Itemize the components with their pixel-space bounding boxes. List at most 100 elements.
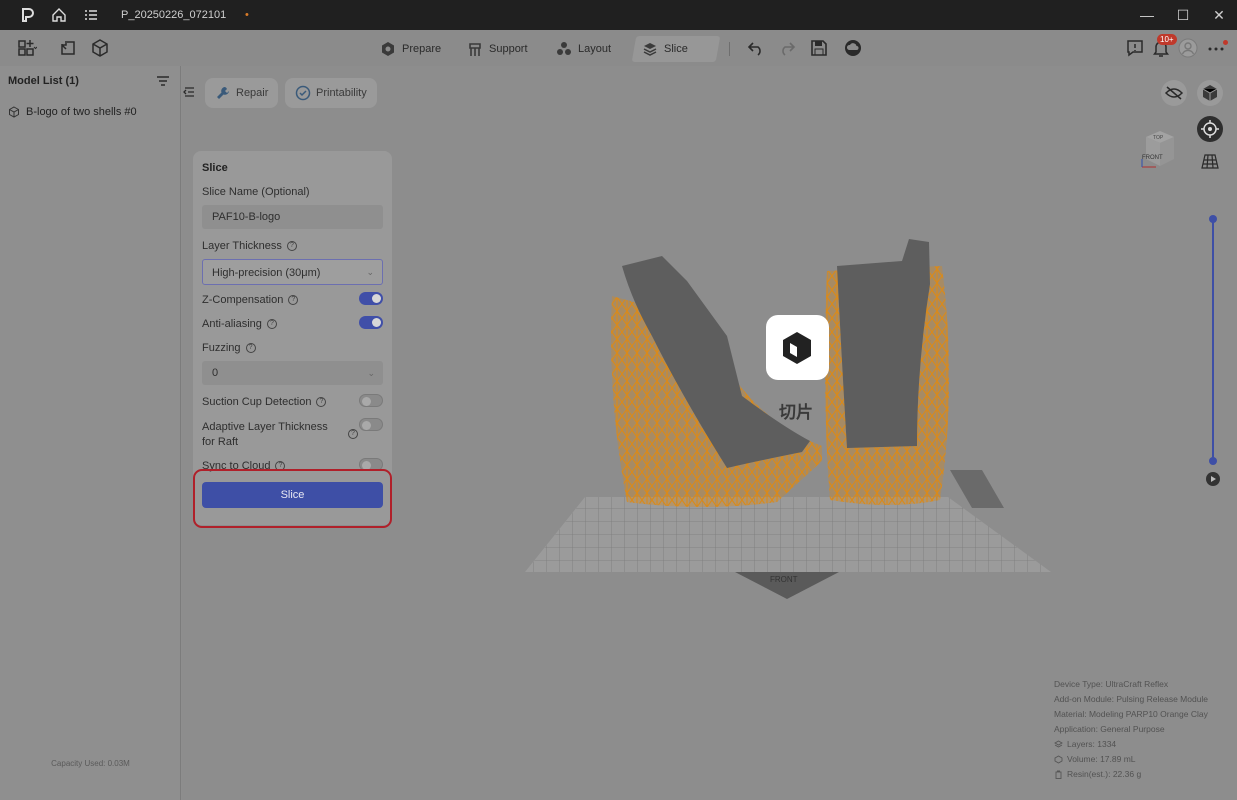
repair-button-label: Repair: [236, 87, 269, 99]
layer-slider-track[interactable]: [1212, 218, 1214, 462]
model-cube-icon[interactable]: [90, 38, 110, 58]
tab-slice[interactable]: Slice: [631, 36, 721, 62]
layer-slider-bottom-handle[interactable]: [1209, 457, 1217, 465]
slice-name-input[interactable]: PAF10-B-logo: [202, 205, 383, 229]
hide-supports-button[interactable]: [1161, 80, 1187, 106]
help-icon[interactable]: ?: [245, 343, 256, 353]
build-platform-grid: [525, 497, 1051, 572]
repair-button[interactable]: Repair: [205, 78, 279, 108]
view-cube-front-label: FRONT: [1142, 155, 1163, 161]
fuzzing-select[interactable]: 0 ⌄: [202, 361, 383, 385]
slice-icon: [643, 43, 657, 56]
main-toolbar: Prepare Support Layout Slice 10+: [0, 30, 1237, 66]
redo-icon[interactable]: [777, 38, 797, 58]
model-list-item-label: B-logo of two shells #0: [26, 106, 137, 118]
layer-thickness-select[interactable]: High-precision (30μm) ⌄: [202, 259, 383, 285]
slice-name-label: Slice Name (Optional): [202, 186, 310, 198]
slice-button[interactable]: Slice: [202, 482, 383, 508]
toggle-knob: [362, 421, 371, 430]
volume-row: Volume: 17.89 mL: [1054, 752, 1208, 767]
volume-value: Volume: 17.89 mL: [1067, 754, 1136, 764]
tab-support[interactable]: Support: [459, 36, 536, 62]
minimize-icon[interactable]: —: [1138, 6, 1156, 24]
z-compensation-label-text: Z-Compensation: [202, 294, 284, 306]
help-icon[interactable]: ?: [316, 397, 327, 407]
toggle-knob: [362, 461, 371, 470]
printability-button[interactable]: Printability: [285, 78, 377, 108]
help-icon[interactable]: ?: [275, 461, 286, 471]
layout-icon: [557, 42, 571, 55]
menu-list-icon[interactable]: [83, 7, 99, 23]
toggle-knob: [372, 318, 381, 327]
anti-aliasing-toggle[interactable]: [359, 316, 383, 329]
tab-layout[interactable]: Layout: [548, 36, 619, 62]
play-layers-button[interactable]: [1206, 472, 1220, 486]
support-icon: [469, 43, 481, 56]
suction-cup-toggle[interactable]: [359, 394, 383, 407]
save-icon[interactable]: [809, 38, 829, 58]
slicing-logo-icon: [783, 332, 811, 364]
view-mode-button[interactable]: [1197, 80, 1223, 106]
chevron-down-icon: ⌄: [366, 267, 374, 277]
add-model-icon[interactable]: [17, 38, 37, 58]
view-cube-icon[interactable]: TOP FRONT: [1138, 127, 1182, 171]
printability-icon: [295, 85, 311, 101]
resin-estimate: Resin(est.): 22.36 g: [1067, 769, 1142, 779]
collapse-panel-icon[interactable]: [182, 84, 196, 100]
user-avatar-icon[interactable]: [1178, 38, 1198, 58]
slice-name-value: PAF10-B-logo: [212, 211, 281, 223]
repair-icon: [217, 87, 229, 99]
title-bar: P_20250226_072101 • — ☐ ✕: [0, 0, 1237, 30]
model-cube-icon: [9, 106, 19, 118]
toolbar-divider: [729, 42, 730, 56]
layer-slider-top-handle[interactable]: [1209, 215, 1217, 223]
tab-support-label: Support: [489, 43, 528, 55]
filter-icon[interactable]: [156, 74, 170, 88]
close-icon[interactable]: ✕: [1210, 6, 1228, 24]
help-icon[interactable]: ?: [266, 319, 277, 329]
grid-view-icon[interactable]: [1201, 152, 1219, 170]
undo-icon[interactable]: [746, 38, 766, 58]
adaptive-layer-label: Adaptive Layer Thickness for Raft: [202, 420, 342, 450]
layer-thickness-label-text: Layer Thickness: [202, 240, 282, 252]
model-list-panel: Model List (1) B-logo of two shells #0 C…: [0, 66, 181, 800]
slice-name-label-text: Slice Name (Optional): [202, 186, 310, 198]
resin-row: Resin(est.): 22.36 g: [1054, 767, 1208, 782]
project-title: P_20250226_072101: [121, 9, 227, 21]
help-icon[interactable]: ?: [348, 429, 358, 439]
sync-cloud-label-text: Sync to Cloud: [202, 460, 271, 472]
print-info: Device Type: UltraCraft Reflex Add-on Mo…: [1054, 677, 1208, 782]
help-icon[interactable]: ?: [286, 241, 297, 251]
target-icon: [1201, 120, 1219, 138]
slice-settings-panel: Slice Slice Name (Optional) PAF10-B-logo…: [193, 151, 392, 525]
toggle-knob: [372, 294, 381, 303]
eye-off-icon: [1164, 86, 1184, 100]
resin-bottle-icon: [1055, 770, 1062, 779]
suction-cup-label: Suction Cup Detection?: [202, 396, 327, 408]
adaptive-layer-toggle[interactable]: [359, 418, 383, 431]
printability-button-label: Printability: [316, 87, 367, 99]
logo-icon[interactable]: [19, 7, 35, 23]
z-compensation-toggle[interactable]: [359, 292, 383, 305]
platform-arm: [950, 470, 1004, 508]
recenter-view-button[interactable]: [1197, 116, 1223, 142]
home-icon[interactable]: [51, 7, 67, 23]
import-icon[interactable]: [58, 38, 78, 58]
help-icon[interactable]: ?: [288, 295, 299, 305]
play-icon: [1211, 476, 1216, 482]
layer-thickness-label: Layer Thickness?: [202, 240, 297, 252]
alert-dot: [1223, 40, 1228, 45]
addon-module: Add-on Module: Pulsing Release Module: [1054, 694, 1209, 704]
cloud-icon[interactable]: [843, 38, 863, 58]
model-list-item[interactable]: B-logo of two shells #0: [8, 106, 137, 118]
fuzzing-value: 0: [212, 367, 219, 379]
layers-count: Layers: 1334: [1067, 739, 1117, 749]
anti-aliasing-label-text: Anti-aliasing: [202, 318, 262, 330]
maximize-icon[interactable]: ☐: [1174, 6, 1192, 24]
material: Material: Modeling PARP10 Orange Clay: [1054, 709, 1208, 719]
tab-prepare[interactable]: Prepare: [372, 36, 449, 62]
feedback-icon[interactable]: [1125, 38, 1145, 58]
view-cube-top-label: TOP: [1153, 135, 1164, 141]
chevron-down-icon: ⌄: [367, 368, 375, 378]
sync-cloud-toggle[interactable]: [359, 458, 383, 471]
